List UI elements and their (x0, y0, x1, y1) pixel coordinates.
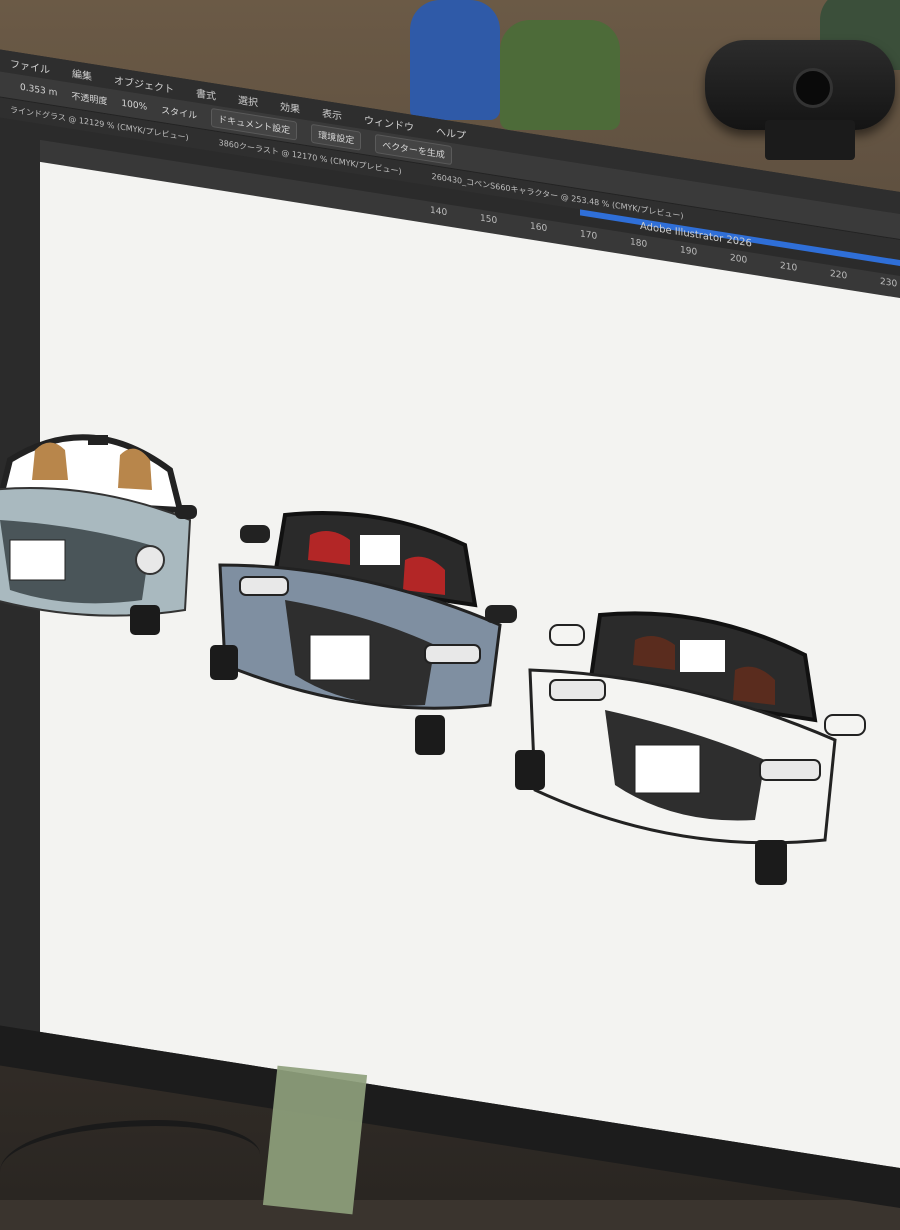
car-middle-tire-right (415, 715, 445, 755)
webcam-mount (765, 120, 855, 160)
ruler-tick: 150 (480, 213, 498, 227)
menu-edit[interactable]: 編集 (72, 64, 92, 82)
car-right-seat-left (633, 636, 675, 670)
car-left-seat-left (32, 442, 68, 480)
car-right-side-mirror-left (549, 624, 585, 646)
menu-select[interactable]: 選択 (238, 91, 258, 109)
opacity-field[interactable]: 100% (121, 98, 147, 112)
car-left-headlight (135, 545, 165, 575)
ruler-tick: 220 (830, 268, 848, 282)
car-left-plate (9, 539, 66, 581)
stroke-weight-field[interactable]: 0.353 m (20, 82, 57, 98)
car-right-plate (634, 744, 701, 794)
car-left-tire (130, 605, 160, 635)
car-illustration-right[interactable] (505, 605, 875, 890)
car-right-center-panel (680, 640, 725, 672)
car-illustration-left[interactable] (0, 410, 210, 660)
car-right-tire-left (515, 750, 545, 790)
car-middle-plate (309, 634, 371, 681)
car-left-side-mirror (175, 505, 197, 519)
ruler-tick: 190 (680, 245, 698, 258)
car-middle-seat-left (308, 531, 350, 565)
figure-green (500, 20, 620, 130)
car-right-headlight-right (759, 759, 821, 781)
car-illustration-middle[interactable] (200, 505, 530, 765)
figure-blue (410, 0, 500, 120)
car-right-headlight-left (549, 679, 606, 701)
ruler-tick: 230 (880, 276, 898, 290)
menu-type[interactable]: 書式 (196, 84, 216, 102)
ruler-tick: 210 (780, 261, 798, 274)
webcam (705, 40, 895, 130)
menu-view[interactable]: 表示 (322, 104, 342, 122)
menu-file[interactable]: ファイル (10, 55, 50, 76)
car-middle-side-mirror-left (240, 525, 270, 543)
ruler-tick: 180 (630, 237, 648, 251)
car-right-tire-right (755, 840, 787, 885)
opacity-label: 不透明度 (71, 91, 108, 108)
webcam-lens (793, 68, 833, 108)
ruler-tick: 140 (430, 205, 448, 219)
preferences-button[interactable]: 環境設定 (311, 123, 362, 151)
style-label: スタイル (161, 106, 198, 122)
car-middle-tire-left (210, 645, 238, 680)
car-middle-headlight-right (424, 644, 481, 664)
car-middle-headlight-left (239, 576, 289, 596)
ruler-tick: 170 (580, 229, 598, 243)
ruler-tick: 160 (530, 221, 548, 235)
menu-help[interactable]: ヘルプ (436, 122, 466, 142)
ruler-tick: 200 (730, 253, 748, 266)
menu-effect[interactable]: 効果 (280, 97, 300, 115)
car-left-mirror (88, 435, 108, 445)
green-tape (262, 1065, 368, 1215)
car-right-side-mirror-right (824, 714, 866, 736)
car-middle-center-panel (360, 535, 400, 565)
